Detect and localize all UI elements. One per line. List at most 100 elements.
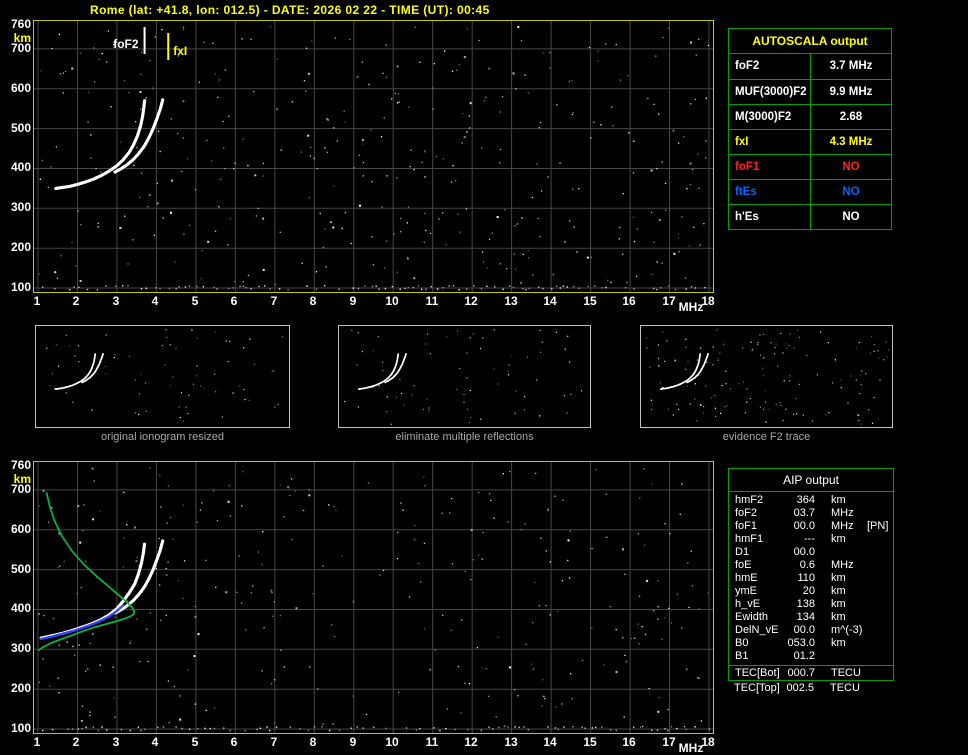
autoscala-row: ftEs NO xyxy=(729,179,891,204)
fxI-marker-label: fxI xyxy=(173,44,187,58)
noise-dots xyxy=(38,467,711,732)
noise-dots xyxy=(646,329,890,425)
param-label: ymE xyxy=(735,585,757,597)
param-value: 3.7 MHz xyxy=(829,60,873,72)
param-label: ftEs xyxy=(729,180,811,204)
param-label: h_vE xyxy=(735,598,761,610)
param-value: 000.7 xyxy=(787,667,815,679)
param-note xyxy=(861,624,893,637)
aip-table-body: hmF2 364 km foF2 03.7 MHz foF1 00.0 MHz [PN] hmF1 -… xyxy=(729,492,893,663)
x-axis-tick: 13 xyxy=(504,294,518,308)
param-unit: MHz xyxy=(831,507,854,519)
param-value: 0.6 xyxy=(799,559,815,571)
autoscala-row: M(3000)F2 2.68 xyxy=(729,104,891,129)
param-value: 9.9 MHz xyxy=(829,86,873,98)
param-label: foF1 xyxy=(729,155,811,179)
param-label: h'Es xyxy=(729,205,811,229)
x-axis-tick: 13 xyxy=(504,735,518,749)
profile-ionogram-plot xyxy=(33,461,714,734)
param-label: M(3000)F2 xyxy=(729,105,811,129)
x-axis-tick: 8 xyxy=(309,294,317,308)
x-axis-tick: 7 xyxy=(270,735,278,749)
param-value: 01.2 xyxy=(793,650,815,662)
x-axis-tick: 12 xyxy=(464,735,478,749)
param-unit: km xyxy=(831,494,846,506)
x-axis-tick: 9 xyxy=(349,735,357,749)
f2-ordinary-trace xyxy=(54,99,147,190)
param-note xyxy=(861,572,893,585)
param-unit: km xyxy=(831,572,846,584)
param-value: 134 xyxy=(796,611,815,623)
param-unit: km xyxy=(831,598,846,610)
y-axis-unit-label: km xyxy=(13,31,31,45)
param-unit: km xyxy=(831,585,846,597)
param-value: 364 xyxy=(796,494,815,506)
autoscala-row: foF2 3.7 MHz xyxy=(729,54,891,79)
aip-row: foE 0.6 MHz xyxy=(729,559,893,572)
x-axis-tick: 10 xyxy=(385,735,399,749)
param-label: MUF(3000)F2 xyxy=(729,80,811,104)
y-axis-unit-label: km xyxy=(13,472,31,486)
aip-row: TEC[Bot] 000.7 TECU xyxy=(729,667,893,680)
param-value: NO xyxy=(842,211,860,223)
param-value: 4.3 MHz xyxy=(829,136,873,148)
param-note xyxy=(861,494,893,507)
param-unit xyxy=(815,650,861,663)
aip-row: ymE 20 km xyxy=(729,585,893,598)
aip-row: TEC[Top] 002.5 TECU xyxy=(728,682,894,695)
thumbnail-canvas xyxy=(646,329,890,425)
param-unit: MHz xyxy=(831,520,854,532)
x-axis-tick: 8 xyxy=(309,735,317,749)
mini-trace xyxy=(659,352,702,390)
param-label: foF2 xyxy=(735,507,758,519)
x-axis-tick: 6 xyxy=(230,294,238,308)
tec-separator-line xyxy=(729,665,893,666)
y-axis-tick: 760 xyxy=(10,17,31,31)
aip-row: hmF2 364 km xyxy=(729,494,893,507)
param-value: 20 xyxy=(802,585,815,597)
foF2-marker-label: foF2 xyxy=(113,37,139,51)
param-note xyxy=(861,598,893,611)
aip-row: foF1 00.0 MHz [PN] xyxy=(729,520,893,533)
param-unit xyxy=(815,546,861,559)
param-unit: m^(-3) xyxy=(831,624,863,636)
param-note xyxy=(861,667,893,680)
x-axis-tick: 11 xyxy=(425,735,439,749)
aip-table-title: AIP output xyxy=(729,469,893,492)
y-axis-tick: 100 xyxy=(10,721,31,735)
x-axis-tick: 1 xyxy=(33,735,41,749)
y-axis-tick: 400 xyxy=(10,601,31,615)
noise-dots xyxy=(38,26,710,291)
x-axis-tick: 2 xyxy=(72,294,80,308)
noise-dots xyxy=(344,329,583,425)
x-axis-tick: 15 xyxy=(583,735,597,749)
autoscala-table-body: foF2 3.7 MHz MUF(3000)F2 9.9 MHz M(3000)F2 2.… xyxy=(729,54,891,229)
param-unit: km xyxy=(831,533,846,545)
y-axis-tick: 600 xyxy=(10,522,31,536)
param-note xyxy=(861,507,893,520)
param-value: --- xyxy=(804,533,815,545)
param-label: foF2 xyxy=(729,54,811,79)
param-note xyxy=(861,546,893,559)
x-axis-tick: 16 xyxy=(622,294,636,308)
param-note xyxy=(861,559,893,572)
param-unit: km xyxy=(831,611,846,623)
param-note xyxy=(861,650,893,663)
mini-trace xyxy=(357,352,400,390)
param-value: NO xyxy=(842,186,860,198)
param-unit: km xyxy=(831,637,846,649)
autoscala-row: MUF(3000)F2 9.9 MHz xyxy=(729,79,891,104)
param-value: 00.0 xyxy=(793,520,815,532)
aip-row: foF2 03.7 MHz xyxy=(729,507,893,520)
param-value: 03.7 xyxy=(793,507,815,519)
thumbnail-evidence-f2-trace xyxy=(640,325,893,428)
param-value: 00.0 xyxy=(793,546,815,558)
param-note xyxy=(861,611,893,624)
param-label: DelN_vE xyxy=(735,624,779,636)
autoscala-row: fxI 4.3 MHz xyxy=(729,129,891,154)
thumbnail-caption: eliminate multiple reflections xyxy=(395,431,534,443)
param-unit: TECU xyxy=(831,667,861,679)
param-value: 110 xyxy=(797,572,815,584)
param-note xyxy=(861,533,893,546)
autoscala-row: foF1 NO xyxy=(729,154,891,179)
